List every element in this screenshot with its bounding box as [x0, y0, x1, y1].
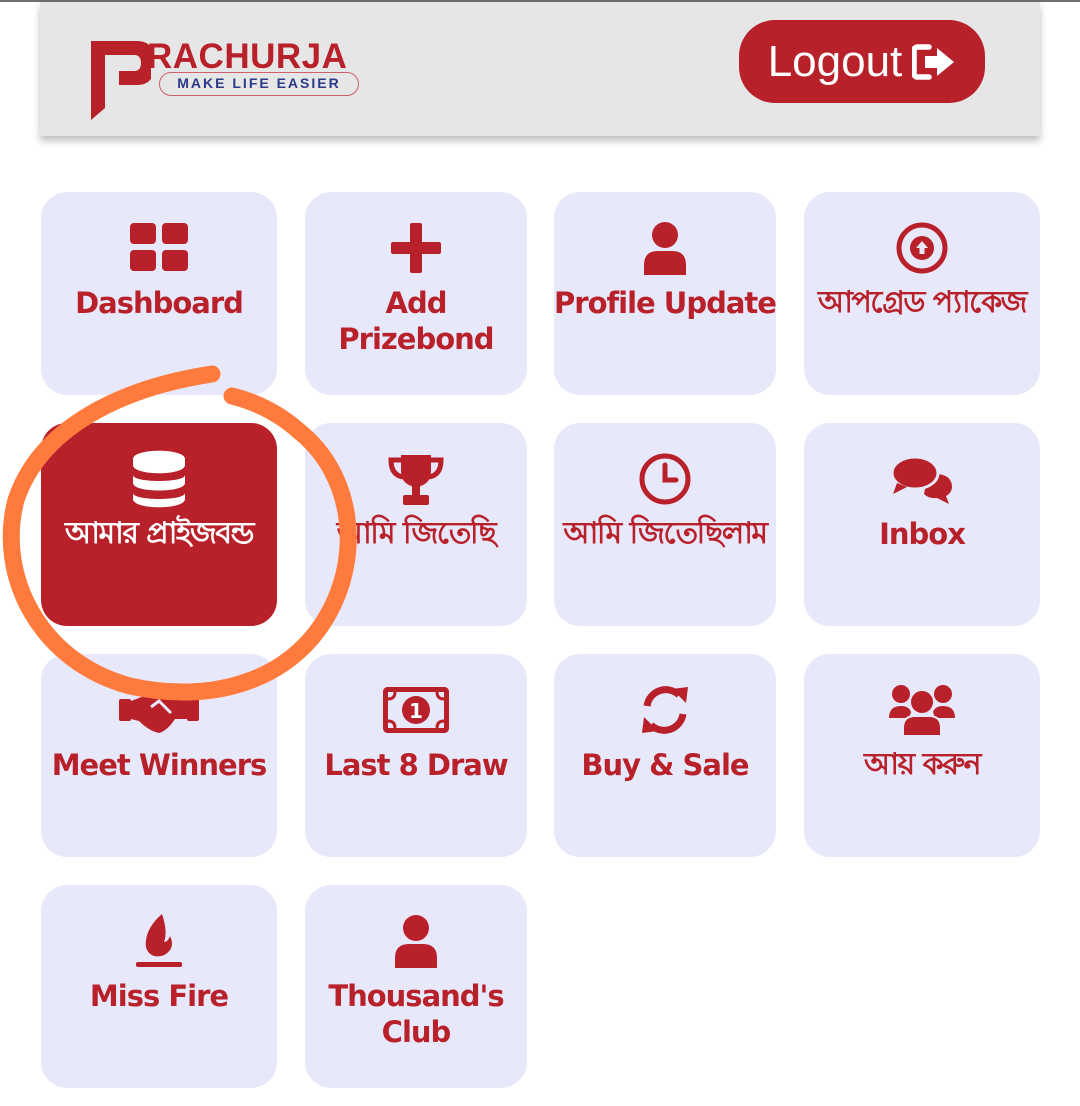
handshake-icon [41, 682, 277, 738]
user-icon [554, 220, 776, 276]
prachurja-logo[interactable]: RACHURJA MAKE LIFE EASIER [89, 36, 369, 122]
tile-label: Miss Fire [89, 979, 229, 1013]
tile-label: আমি জিতেছিলাম [563, 516, 768, 551]
tile-label: Dashboard [75, 286, 244, 320]
tile-label: Add Prizebond [338, 286, 494, 356]
comments-icon [804, 451, 1040, 507]
tile-label: Profile Update [554, 286, 777, 320]
tile-earn[interactable]: আয় করুন [804, 654, 1040, 857]
trophy-icon [305, 451, 527, 507]
tile-inbox[interactable]: Inbox [804, 423, 1040, 626]
money-bill-icon: 1 [305, 682, 527, 738]
tile-label: Inbox [879, 517, 966, 551]
tile-label: Buy & Sale [581, 748, 749, 782]
logo-p-mark [91, 41, 151, 120]
clock-icon [554, 451, 776, 507]
tile-profile-update[interactable]: Profile Update [554, 192, 777, 395]
tile-label: আপগ্রেড প্যাকেজ [817, 285, 1028, 320]
tile-label: আয় করুন [863, 747, 982, 782]
plus-icon [305, 220, 527, 276]
tile-label: Thousand's Club [328, 979, 504, 1049]
app-header: RACHURJA MAKE LIFE EASIER Logout [40, 2, 1040, 136]
sign-out-icon [912, 43, 956, 81]
tile-label: Last 8 Draw [324, 748, 508, 782]
tile-miss-fire[interactable]: Miss Fire [41, 885, 277, 1088]
logout-label: Logout [767, 36, 903, 86]
database-icon [41, 450, 277, 508]
tile-label: আমি জিতেছি [336, 516, 497, 551]
svg-text:1: 1 [409, 699, 423, 723]
tile-label: আমার প্রাইজবন্ড [65, 516, 255, 551]
fire-icon [41, 913, 277, 969]
tile-thousands-club[interactable]: Thousand's Club [305, 885, 527, 1088]
logo-brand-name: RACHURJA [147, 37, 348, 76]
logo-tagline: MAKE LIFE EASIER [159, 72, 359, 96]
users-icon [804, 682, 1040, 738]
tile-i-had-won[interactable]: আমি জিতেছিলাম [554, 423, 776, 626]
tile-last-8-draw[interactable]: 1 Last 8 Draw [305, 654, 527, 857]
tile-add-prizebond[interactable]: Add Prizebond [305, 192, 527, 395]
tile-buy-sale[interactable]: Buy & Sale [554, 654, 776, 857]
tile-my-prizebond[interactable]: আমার প্রাইজবন্ড [41, 423, 277, 626]
dashboard-grid-icon [41, 220, 277, 276]
tile-i-won[interactable]: আমি জিতেছি [305, 423, 527, 626]
logout-button[interactable]: Logout [739, 20, 985, 103]
tile-dashboard[interactable]: Dashboard [41, 192, 277, 395]
sync-icon [554, 682, 776, 738]
arrow-up-circle-icon [804, 220, 1040, 276]
tile-meet-winners[interactable]: Meet Winners [41, 654, 277, 857]
tile-upgrade-package[interactable]: আপগ্রেড প্যাকেজ [804, 192, 1040, 395]
user-icon [305, 913, 527, 969]
tile-label: Meet Winners [51, 748, 268, 782]
